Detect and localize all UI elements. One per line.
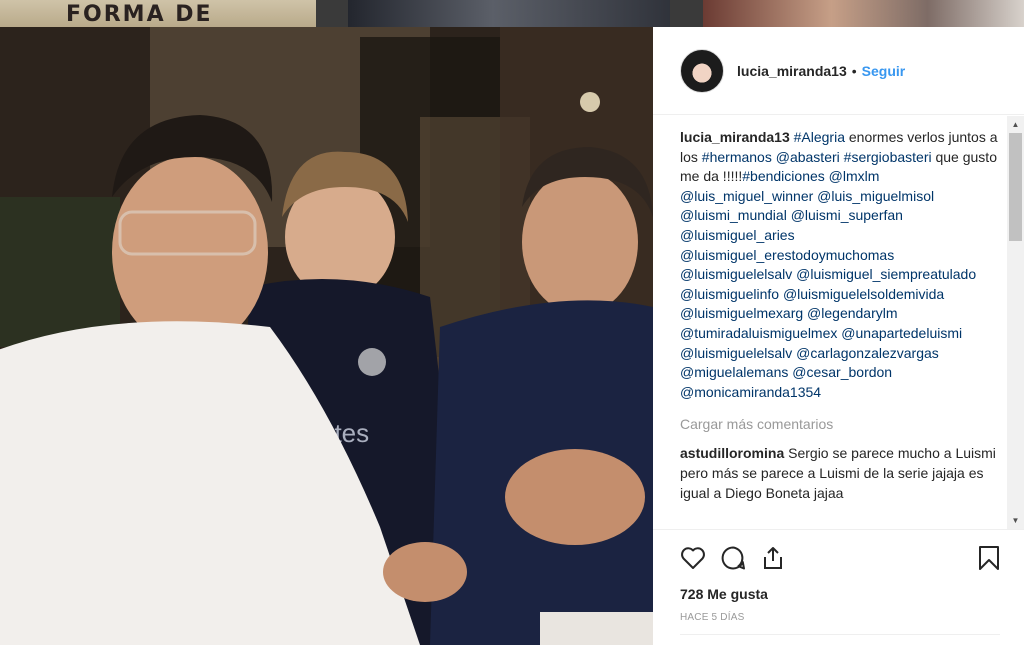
divider — [680, 634, 1000, 635]
comment-bubble-icon[interactable] — [720, 538, 760, 578]
caption-username[interactable]: lucia_miranda13 — [680, 129, 790, 145]
hashtag-link[interactable]: @luis_miguel_winner — [680, 188, 813, 204]
post-side-panel: lucia_miranda13 • Seguir lucia_miranda13… — [653, 27, 1024, 645]
hashtag-link[interactable]: @tumiradaluismiguelmex — [680, 325, 837, 341]
hashtag-link[interactable]: @legendarylm — [807, 305, 897, 321]
comment-username[interactable]: astudilloromina — [680, 445, 784, 461]
header-username[interactable]: lucia_miranda13 — [737, 63, 847, 79]
feed-thumbnail-text: FORMA DE — [66, 2, 213, 27]
follow-button[interactable]: Seguir — [862, 63, 906, 79]
post-photo[interactable]: ates — [0, 27, 653, 645]
post-photo-illustration: ates — [0, 27, 653, 645]
heart-icon[interactable] — [680, 538, 720, 578]
hashtag-link[interactable]: @abasteri — [776, 149, 840, 165]
share-icon[interactable] — [760, 538, 800, 578]
avatar[interactable] — [680, 48, 724, 93]
hashtag-link[interactable]: @unapartedeluismi — [841, 325, 962, 341]
hashtag-link[interactable]: #sergiobasteri — [844, 149, 932, 165]
post-actions: 728 Me gusta HACE 5 DÍAS — [653, 529, 1024, 645]
scroll-down-arrow-icon[interactable]: ▼ — [1007, 512, 1024, 529]
hashtag-link[interactable]: @monicamiranda1354 — [680, 384, 821, 400]
hashtag-link[interactable]: @luis_miguelmisol — [817, 188, 934, 204]
feed-thumbnail[interactable] — [348, 0, 670, 27]
comments-section[interactable]: lucia_miranda13 #Alegria enormes verlos … — [653, 116, 1024, 529]
post-timestamp[interactable]: HACE 5 DÍAS — [680, 612, 1000, 623]
hashtag-link[interactable]: @luismi_mundial — [680, 207, 787, 223]
hashtag-link[interactable]: @luismiguelinfo — [680, 286, 779, 302]
hashtag-link[interactable]: @carlagonzalezvargas — [796, 345, 939, 361]
hashtag-link[interactable]: @luismiguelelsalv — [680, 266, 792, 282]
feed-thumbnail[interactable]: FORMA DE — [0, 0, 316, 27]
caption-comment: lucia_miranda13 #Alegria enormes verlos … — [680, 128, 1000, 402]
hashtag-link[interactable]: @luismiguelelsoldemivida — [783, 286, 944, 302]
hashtag-link[interactable]: @luismiguel_aries — [680, 227, 795, 243]
hashtag-link[interactable]: @luismiguelelsalv — [680, 345, 792, 361]
hashtag-link[interactable]: @luismi_superfan — [791, 207, 903, 223]
hashtag-link[interactable]: @miguelalemans — [680, 364, 788, 380]
scroll-up-arrow-icon[interactable]: ▲ — [1007, 116, 1024, 133]
action-icons-row — [680, 530, 1000, 586]
hashtag-link[interactable]: #Alegria — [794, 129, 845, 145]
hashtag-link[interactable]: @luismiguel_siempreatulado — [796, 266, 976, 282]
feed-thumbnail[interactable] — [703, 0, 1024, 27]
comments-scrollbar[interactable]: ▲ ▼ — [1007, 116, 1024, 529]
comment-item: astudilloromina Sergio se parece mucho a… — [680, 444, 1000, 503]
hashtag-link[interactable]: @lmxlm — [829, 168, 880, 184]
hashtag-link[interactable]: #hermanos — [702, 149, 772, 165]
hashtag-link[interactable]: @luismiguelmexarg — [680, 305, 803, 321]
bookmark-icon[interactable] — [960, 538, 1000, 578]
scrollbar-thumb[interactable] — [1009, 133, 1022, 241]
hashtag-link[interactable]: @cesar_bordon — [792, 364, 892, 380]
hashtag-link[interactable]: #bendiciones — [742, 168, 825, 184]
background-feed: FORMA DE — [0, 0, 1024, 27]
likes-count[interactable]: 728 Me gusta — [680, 586, 1000, 602]
load-more-comments-button[interactable]: Cargar más comentarios — [680, 416, 1000, 432]
post-header: lucia_miranda13 • Seguir — [653, 27, 1024, 115]
header-separator: • — [851, 62, 857, 79]
hashtag-link[interactable]: @luismiguel_erestodoymuchomas — [680, 247, 894, 263]
